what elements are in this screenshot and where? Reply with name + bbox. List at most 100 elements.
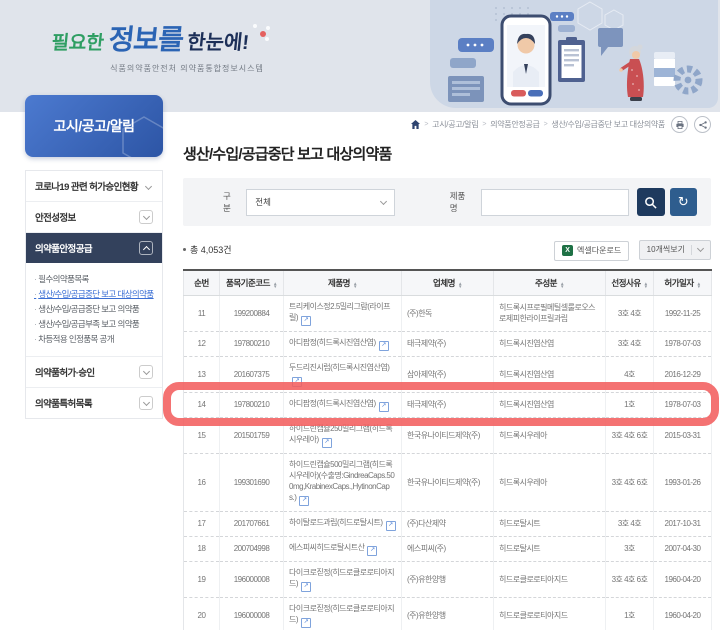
share-icon[interactable] [694, 116, 711, 133]
cell-code: 197800210 [219, 331, 284, 357]
home-icon[interactable] [411, 120, 421, 129]
cell-no: 19 [183, 561, 220, 598]
sidebar-item-covid19[interactable]: 코로나19 관련 허가승인현황 [26, 171, 162, 202]
sort-icon[interactable]: ▲ ▼ [353, 281, 357, 289]
breadcrumb-item[interactable]: 생산/수입/공급중단 보고 대상의약품 [551, 119, 665, 130]
cell-no: 15 [183, 417, 220, 454]
refresh-icon: ↻ [677, 194, 689, 210]
excel-icon: X [562, 245, 574, 256]
logo-slogan: 필요한 정보를 한눈에! [50, 24, 251, 55]
column-header-product[interactable]: 제품명 ▲ ▼ [283, 269, 402, 296]
submenu-item-label: 생산/수입/공급중단 보고 대상의약품 [38, 289, 154, 299]
column-header-reason[interactable]: 선정사유 ▲ ▼ [605, 269, 654, 296]
column-label: 선정사유 [611, 277, 641, 288]
sidebar-item-patent[interactable]: 의약품특허목록 [26, 388, 162, 418]
cell-code: 201607375 [219, 356, 284, 393]
cell-company: 태극제약(주) [401, 392, 494, 418]
sort-icon[interactable]: ▲ ▼ [273, 281, 277, 289]
sidebar-submenu-item[interactable]: · 생산/수입/공급부족 보고 의약품 [34, 318, 154, 330]
chevron-down-icon [139, 210, 153, 224]
sidebar-item-supply[interactable]: 의약품안정공급 [26, 233, 162, 263]
cell-date: 2015-03-31 [653, 417, 712, 454]
banner-illustration [430, 0, 718, 108]
cell-no: 20 [183, 597, 220, 630]
sidebar-item-safety[interactable]: 안전성정보 [26, 202, 162, 233]
cell-ingredient: 히드로클로로티아지드 [493, 597, 606, 630]
cell-company: 한국유나이티드제약(주) [401, 417, 494, 454]
cell-ingredient: 히드록시우레아 [493, 453, 606, 512]
cell-product: 하이드린캡슐250밀리그램(히드록시우레아) ↗ [283, 417, 402, 454]
cell-date: 1993-01-26 [653, 453, 712, 512]
column-header-code[interactable]: 품목기준코드 ▲ ▼ [219, 269, 284, 296]
site-logo[interactable]: 필요한 정보를 한눈에! 식품의약품안전처 의약품통합정보시스템 [50, 18, 322, 74]
external-link-icon[interactable]: ↗ [321, 437, 332, 448]
excel-download-button[interactable]: X 엑셀다운로드 [554, 240, 630, 261]
external-link-icon[interactable]: ↗ [367, 545, 378, 556]
sidebar-item-label: 코로나19 관련 허가승인현황 [35, 182, 139, 193]
external-link-icon[interactable]: ↗ [301, 315, 312, 326]
column-header-date[interactable]: 허가일자 ▲ ▼ [653, 269, 712, 296]
column-header-ingredient[interactable]: 주성분 ▲ ▼ [493, 269, 606, 296]
external-link-icon[interactable]: ↗ [385, 520, 396, 531]
sort-icon[interactable]: ▲ ▼ [697, 281, 701, 289]
sidebar-submenu-item[interactable]: · 생산/수입/공급중단 보고 의약품 [34, 303, 154, 315]
breadcrumb-item[interactable]: 고시/공고/알림 [432, 119, 479, 130]
external-link-icon[interactable]: ↗ [299, 495, 310, 506]
cell-no: 16 [183, 453, 220, 512]
column-label: 제품명 [328, 277, 350, 288]
cell-product: 하이탈로드과립(히드로탈시트) ↗ [283, 511, 402, 537]
external-link-icon[interactable]: ↗ [301, 581, 312, 592]
table-row: 20 196000008 다이크로짇정(히드로클로로티아지드) ↗ (주)유한양행 히드로… [183, 597, 712, 630]
bullet-icon: · [34, 334, 37, 344]
cell-company: (주)유한양행 [401, 597, 494, 630]
page-size-button[interactable]: 10개씩보기 [638, 239, 711, 260]
sidebar-submenu-item[interactable]: · 생산/수입/공급중단 보고 대상의약품 [34, 288, 154, 300]
cell-reason: 1호 [605, 597, 654, 630]
print-icon[interactable] [671, 116, 688, 133]
table-header-row: 순번 품목기준코드 ▲ ▼ 제품명 ▲ ▼ 업체명 ▲ ▼ 주성분 ▲ ▼ 선정사유 ▲ ▼ 허가일자 ▲ ▼ [183, 269, 712, 296]
sidebar-item-approval[interactable]: 의약품허가·승인 [26, 357, 162, 388]
cell-date: 2007-04-30 [653, 536, 712, 562]
product-name-input[interactable] [480, 188, 630, 216]
search-button[interactable] [637, 188, 665, 216]
total-count: 총 4,053건 [183, 243, 232, 256]
sort-icon[interactable]: ▲ ▼ [560, 281, 564, 289]
results-bar: 총 4,053건 X 엑셀다운로드 10개씩보기 [183, 239, 711, 261]
telemedicine-illustration-icon [448, 1, 703, 106]
external-link-icon[interactable]: ↗ [292, 376, 302, 387]
external-link-icon[interactable]: ↗ [378, 340, 389, 351]
column-label: 주성분 [535, 277, 557, 288]
column-label: 업체명 [433, 277, 455, 288]
breadcrumb: > 고시/공고/알림 > 의약품안정공급 > 생산/수입/공급중단 보고 대상의… [183, 116, 711, 133]
external-link-icon[interactable]: ↗ [301, 617, 312, 628]
cell-code: 199301690 [219, 453, 284, 512]
sidebar-submenu-item[interactable]: · 차등적용 인정품목 공개 [34, 333, 154, 345]
cell-date: 1992-11-25 [653, 295, 712, 332]
cell-code: 200704998 [219, 536, 284, 562]
cell-date: 2017-10-31 [653, 511, 712, 537]
sidebar-submenu-item[interactable]: · 필수의약품목록 [34, 273, 154, 285]
cell-reason: 3호 4호 6호 [605, 561, 654, 598]
page-title: 생산/수입/공급중단 보고 대상의약품 [183, 146, 392, 163]
cell-date: 2016-12-29 [653, 356, 712, 393]
bullet-icon: · [34, 319, 37, 329]
cell-reason: 1호 [605, 392, 654, 418]
chevron-down-icon [139, 396, 153, 410]
cell-ingredient: 히드록시진염산염 [493, 392, 606, 418]
cell-product: 다이크로짇정(히드로클로로티아지드) ↗ [283, 597, 402, 630]
table-row: 14 197800210 아디팜정(히드록시진염산염) ↗ 태극제약(주) 히드록시진염산… [183, 392, 712, 418]
cell-ingredient: 히드로탈시트 [493, 536, 606, 562]
magnifier-icon [645, 196, 658, 209]
refresh-button[interactable]: ↻ [669, 188, 697, 216]
cell-product: 아디팜정(히드록시진염산염) ↗ [283, 331, 402, 357]
bullet-icon: · [34, 289, 37, 299]
column-header-company[interactable]: 업체명 ▲ ▼ [401, 269, 494, 296]
sort-icon[interactable]: ▲ ▼ [458, 281, 462, 289]
cell-reason: 3호 4호 6호 [605, 417, 654, 454]
breadcrumb-item[interactable]: 의약품안정공급 [490, 119, 540, 130]
cell-company: 삼아제약(주) [401, 356, 494, 393]
table-row: 13 201607375 두드리진시럽(히드록시진염산염)↗ 삼아제약(주) 히드록시진… [183, 356, 712, 393]
external-link-icon[interactable]: ↗ [378, 401, 389, 412]
category-select[interactable]: 전체 [246, 188, 396, 216]
sort-icon[interactable]: ▲ ▼ [644, 281, 648, 289]
